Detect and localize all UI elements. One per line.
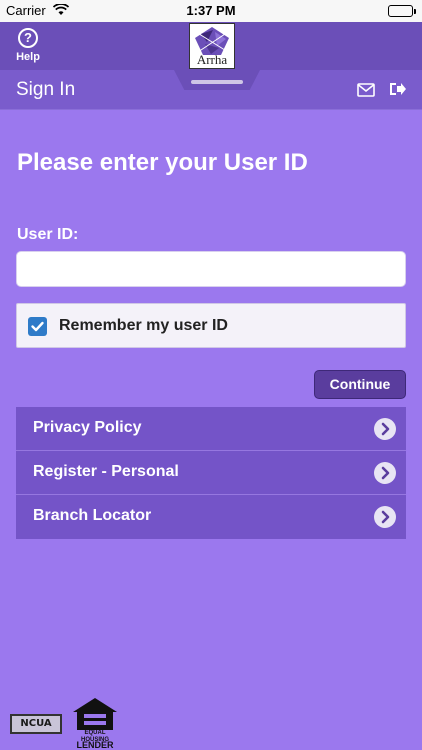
link-list: Privacy Policy Register - Personal Branc… — [16, 407, 406, 539]
continue-button[interactable]: Continue — [314, 370, 406, 399]
battery-icon — [388, 5, 416, 17]
menu-pull-tab[interactable] — [174, 70, 260, 90]
remember-checkbox[interactable] — [28, 317, 47, 336]
mail-icon[interactable] — [357, 83, 375, 102]
branch-locator-link[interactable]: Branch Locator — [16, 495, 406, 539]
sign-out-icon[interactable] — [389, 81, 407, 102]
chevron-right-icon — [374, 418, 396, 440]
checkmark-icon — [31, 321, 44, 332]
remember-label: Remember my user ID — [59, 317, 228, 334]
sign-in-bar: Sign In — [0, 70, 422, 110]
user-id-input[interactable] — [16, 251, 406, 287]
link-label: Register - Personal — [33, 463, 179, 480]
link-label: Branch Locator — [33, 507, 152, 524]
chevron-right-icon — [374, 462, 396, 484]
help-icon: ? — [18, 28, 38, 48]
grip-icon — [191, 80, 243, 84]
ncua-logo: NCUA — [10, 714, 62, 734]
status-bar: Carrier 1:37 PM — [0, 0, 422, 22]
link-label: Privacy Policy — [33, 419, 142, 436]
chevron-right-icon — [374, 506, 396, 528]
help-label: Help — [16, 51, 40, 63]
instruction-heading: Please enter your User ID — [17, 149, 308, 176]
remember-user-id-row[interactable]: Remember my user ID — [16, 303, 406, 348]
privacy-policy-link[interactable]: Privacy Policy — [16, 407, 406, 451]
register-personal-link[interactable]: Register - Personal — [16, 451, 406, 495]
equal-housing-lender-text: LENDER — [76, 740, 114, 750]
help-button[interactable]: ? Help — [12, 28, 44, 63]
user-id-label: User ID: — [17, 226, 79, 243]
app-bar: ? Help Arrha — [0, 22, 422, 70]
clock: 1:37 PM — [186, 3, 236, 18]
logo-text: Arrha — [196, 52, 228, 67]
page-title: Sign In — [16, 79, 76, 100]
bank-logo: Arrha — [189, 23, 235, 69]
